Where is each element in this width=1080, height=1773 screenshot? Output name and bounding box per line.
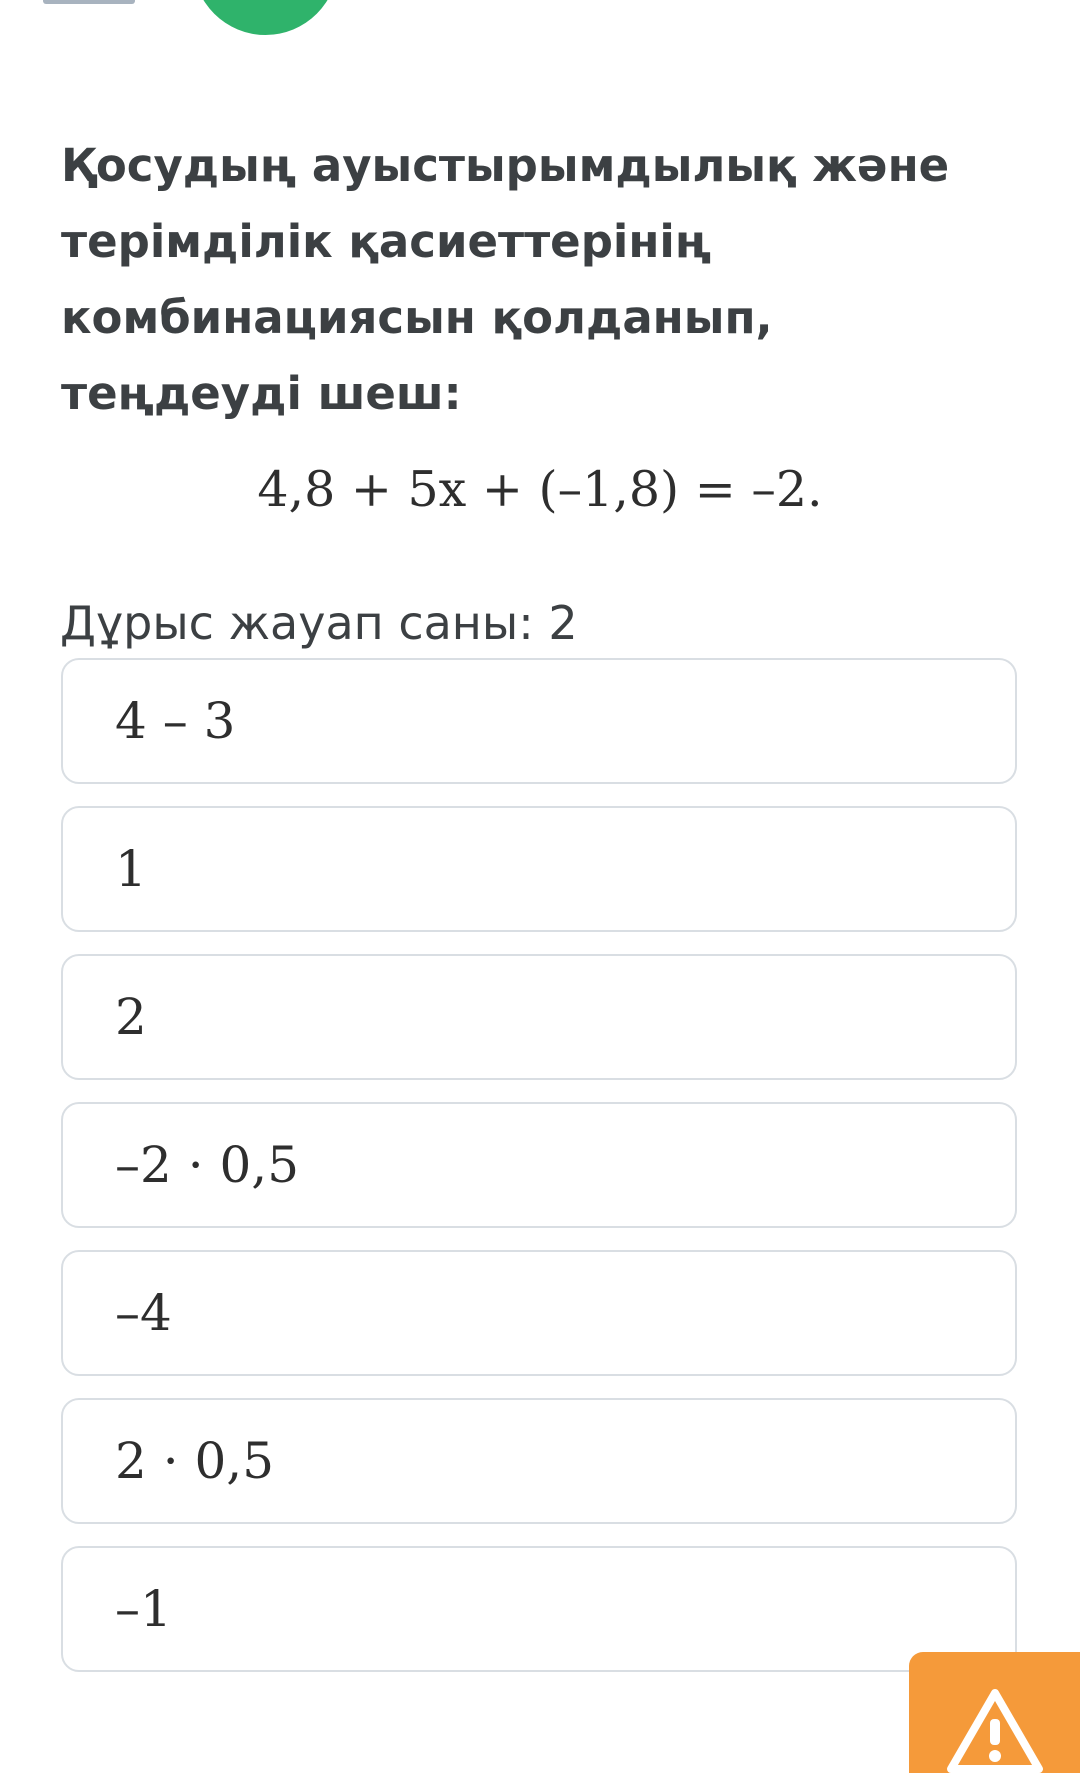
answer-option-label: 1: [115, 840, 147, 898]
answer-option-2[interactable]: 1: [61, 806, 1017, 932]
answer-option-label: 2 · 0,5: [115, 1432, 275, 1490]
report-problem-button[interactable]: [909, 1652, 1080, 1773]
answer-option-label: 2: [115, 988, 147, 1046]
warning-icon: [947, 1689, 1043, 1773]
answer-option-4[interactable]: –2 · 0,5: [61, 1102, 1017, 1228]
answer-option-1[interactable]: 4 – 3: [61, 658, 1017, 784]
progress-circle: [193, 0, 338, 35]
correct-answers-count: Дұрыс жауап саны: 2: [60, 596, 578, 650]
answer-option-label: 4 – 3: [115, 692, 236, 750]
answer-options: 4 – 3 1 2 –2 · 0,5 –4 2 · 0,5 –1: [61, 658, 1017, 1694]
equation: 4,8 + 5x + (–1,8) = –2.: [257, 461, 823, 518]
top-tab-indicator: [43, 0, 135, 4]
answer-option-3[interactable]: 2: [61, 954, 1017, 1080]
answer-option-5[interactable]: –4: [61, 1250, 1017, 1376]
answer-option-label: –2 · 0,5: [115, 1136, 300, 1194]
answer-option-7[interactable]: –1: [61, 1546, 1017, 1672]
question-title: Қосудың ауыстырымдылық және терімділік қ…: [61, 139, 950, 420]
answer-option-label: –1: [115, 1580, 172, 1638]
answer-option-6[interactable]: 2 · 0,5: [61, 1398, 1017, 1524]
answer-option-label: –4: [115, 1284, 172, 1342]
